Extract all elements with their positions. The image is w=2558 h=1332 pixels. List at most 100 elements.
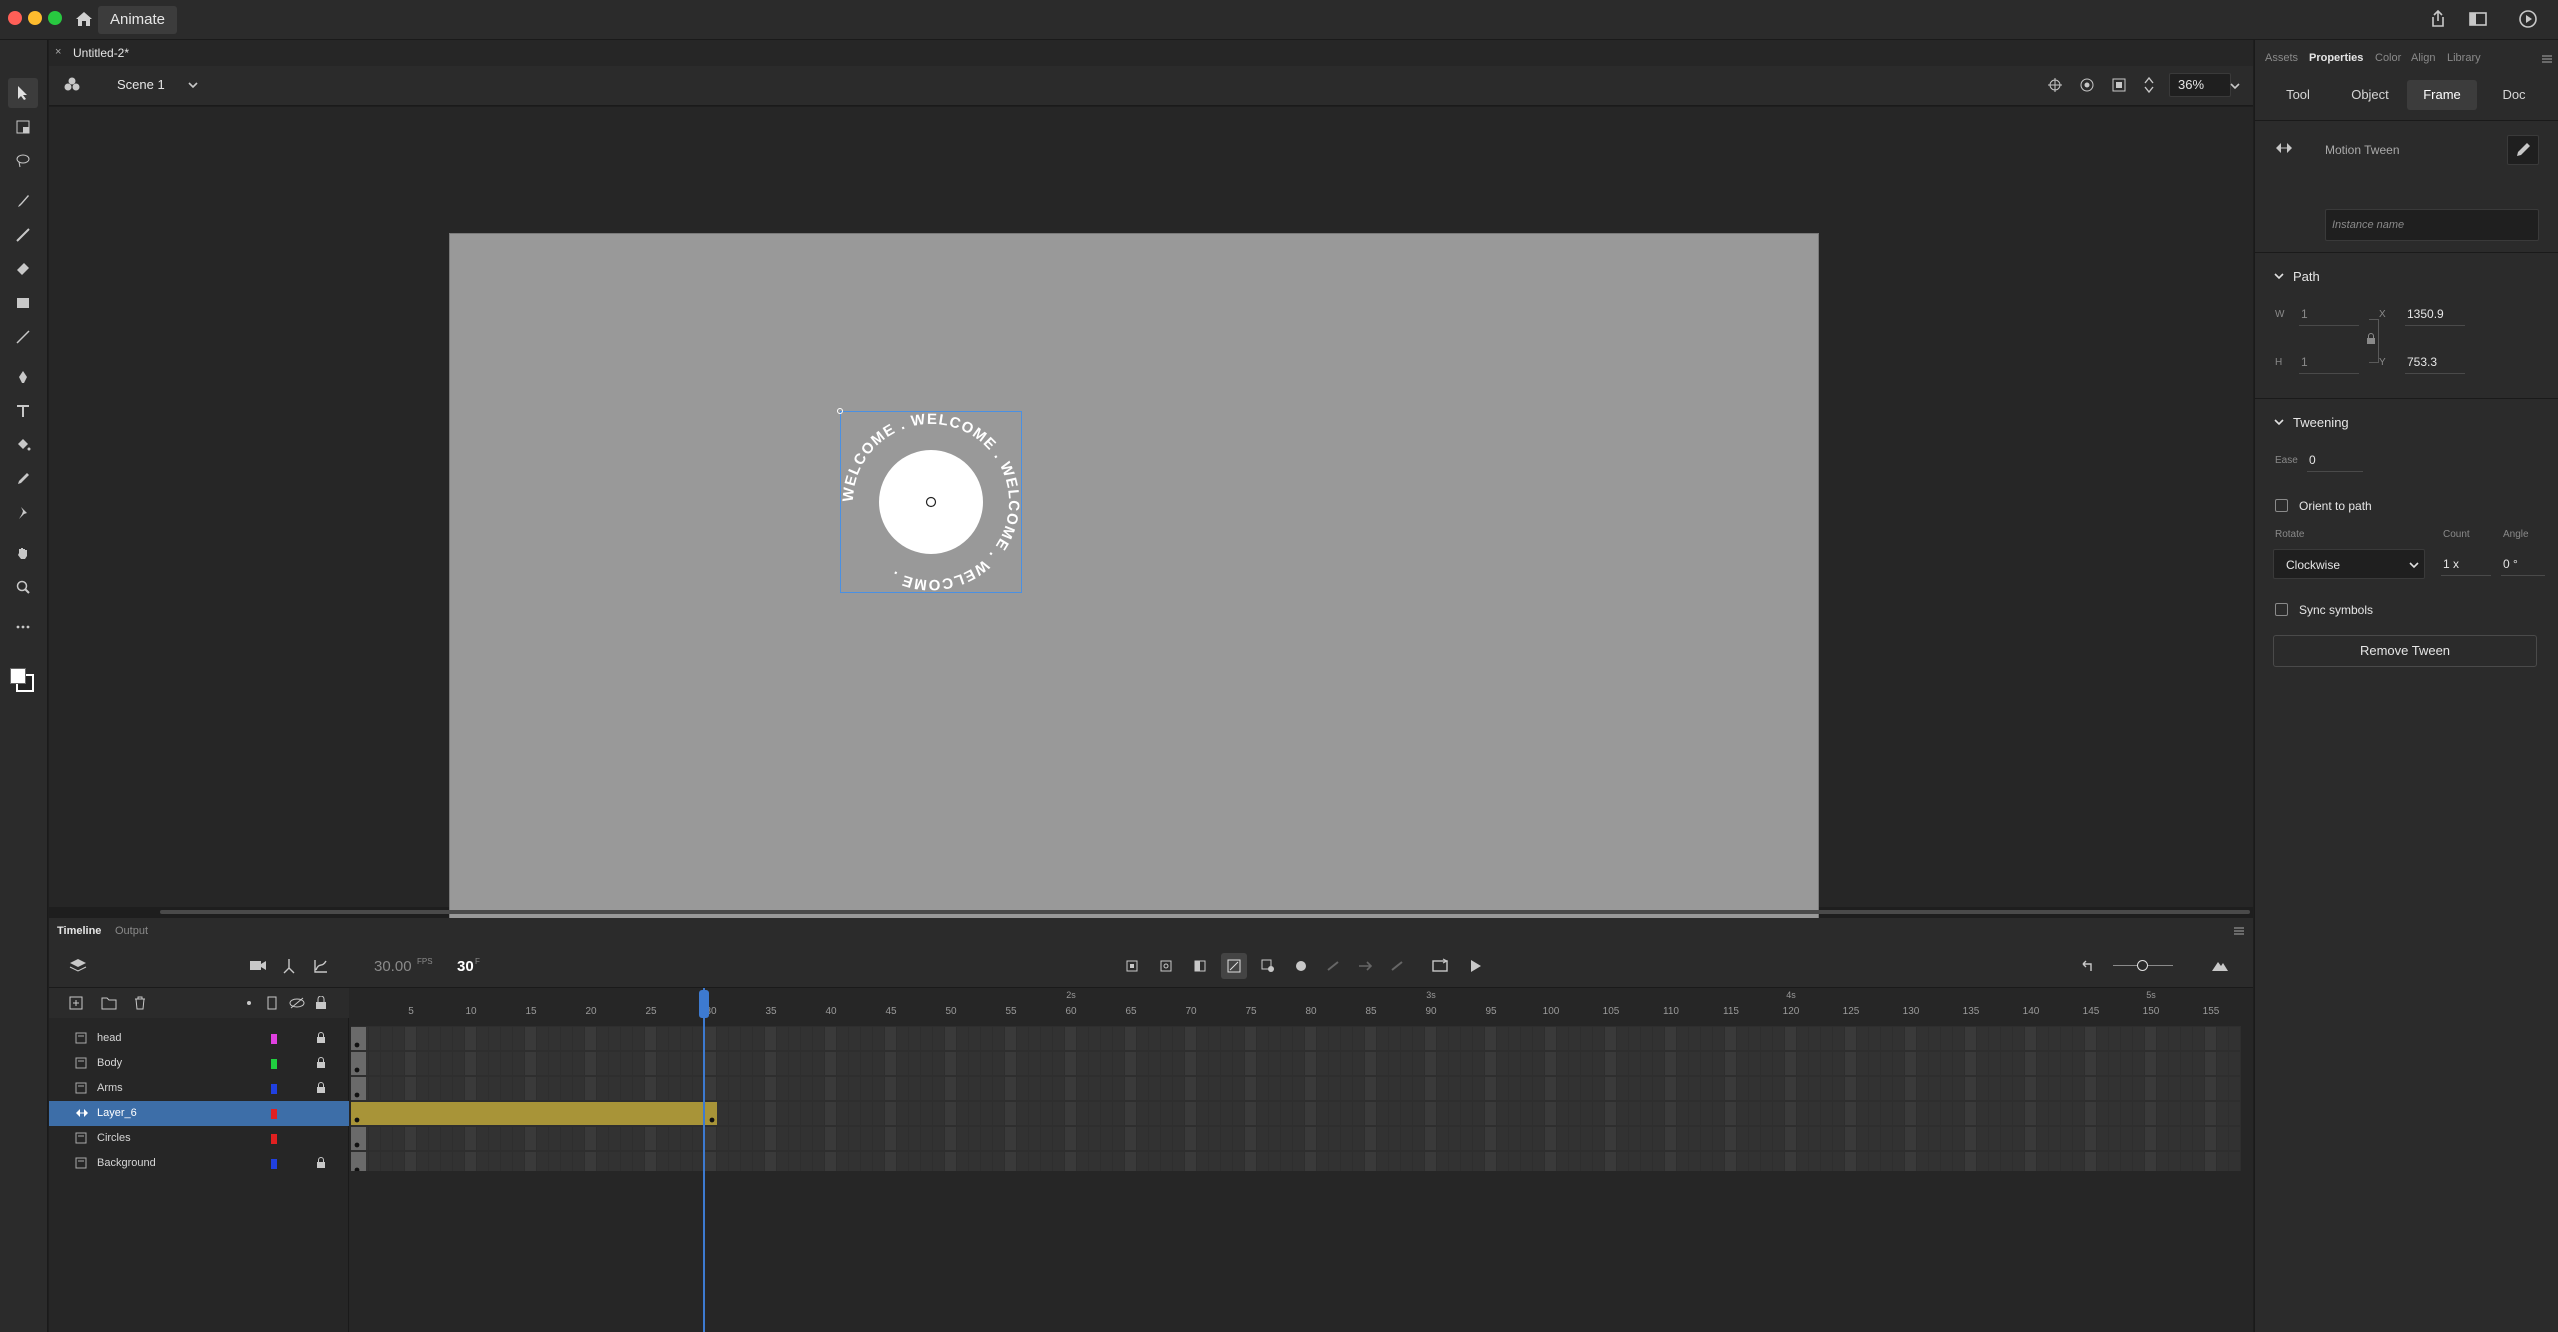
y-field[interactable]: 753.3 xyxy=(2407,355,2437,369)
remove-tween-icon[interactable] xyxy=(1389,959,1405,973)
lock-icon[interactable] xyxy=(316,1057,326,1069)
layer-name[interactable]: Circles xyxy=(97,1132,131,1144)
camera-icon[interactable] xyxy=(2079,77,2095,93)
edit-multiple-frames-icon[interactable] xyxy=(1261,959,1275,973)
subtab-doc[interactable]: Doc xyxy=(2479,80,2549,110)
close-tab-icon[interactable]: × xyxy=(55,46,61,58)
test-movie-icon[interactable] xyxy=(2518,9,2538,29)
tab-color[interactable]: Color xyxy=(2375,52,2401,64)
rectangle-tool-icon[interactable] xyxy=(8,288,38,318)
zoom-dropdown-icon[interactable] xyxy=(2229,80,2241,92)
layer-color[interactable] xyxy=(271,1159,277,1169)
instance-name-field[interactable]: Instance name xyxy=(2325,209,2539,241)
layer-color[interactable] xyxy=(271,1059,277,1069)
ease-field[interactable]: 0 xyxy=(2309,453,2316,467)
layer-name[interactable]: Body xyxy=(97,1057,122,1069)
layer-color[interactable] xyxy=(271,1034,277,1044)
lasso-tool-icon[interactable] xyxy=(8,146,38,176)
layer-row-background[interactable]: Background xyxy=(49,1151,349,1176)
shape-tween-icon[interactable] xyxy=(1357,959,1373,973)
angle-field[interactable]: 0 ° xyxy=(2503,557,2518,571)
panel-menu-icon[interactable] xyxy=(2233,926,2245,936)
w-field[interactable]: 1 xyxy=(2301,307,2308,321)
tab-assets[interactable]: Assets xyxy=(2265,52,2298,64)
insert-keyframe-icon[interactable] xyxy=(1125,959,1139,973)
layer-name[interactable]: Layer_6 xyxy=(97,1107,137,1119)
center-stage-icon[interactable] xyxy=(2047,77,2063,93)
new-folder-icon[interactable] xyxy=(101,996,117,1010)
current-frame[interactable]: 30 xyxy=(457,958,474,975)
layer-color[interactable] xyxy=(271,1134,277,1144)
text-tool-icon[interactable] xyxy=(8,396,38,426)
panel-menu-icon[interactable] xyxy=(2541,54,2553,64)
lock-icon[interactable] xyxy=(316,1032,326,1044)
share-icon[interactable] xyxy=(2428,9,2448,29)
sync-symbols-checkbox[interactable] xyxy=(2275,603,2288,616)
graph-icon[interactable] xyxy=(313,958,329,974)
tab-output[interactable]: Output xyxy=(115,925,148,937)
layer-color[interactable] xyxy=(271,1084,277,1094)
layer-row-arms[interactable]: Arms xyxy=(49,1076,349,1101)
stage[interactable]: WELCOME . WELCOME . WELCOME . WELCOME . xyxy=(449,233,1819,1003)
chevron-down-icon[interactable] xyxy=(187,79,199,91)
tab-properties[interactable]: Properties xyxy=(2309,52,2363,64)
scene-icon[interactable] xyxy=(63,76,81,94)
insert-frame-icon[interactable] xyxy=(1193,959,1207,973)
blank-keyframe-icon[interactable] xyxy=(1159,959,1173,973)
eraser-tool-icon[interactable] xyxy=(8,254,38,284)
layer-name[interactable]: head xyxy=(97,1032,121,1044)
subtab-frame[interactable]: Frame xyxy=(2407,80,2477,110)
pen-tool-icon[interactable] xyxy=(8,362,38,392)
tab-timeline[interactable]: Timeline xyxy=(57,925,101,937)
pasteboard[interactable]: WELCOME . WELCOME . WELCOME . WELCOME . xyxy=(49,107,2291,1003)
stepper-icon[interactable] xyxy=(2143,75,2155,95)
tab-library[interactable]: Library xyxy=(2447,52,2481,64)
line-tool-icon[interactable] xyxy=(8,322,38,352)
hand-tool-icon[interactable] xyxy=(8,538,38,568)
lock-icon[interactable] xyxy=(316,1082,326,1094)
eyedropper-tool-icon[interactable] xyxy=(8,464,38,494)
layer-depth-icon[interactable] xyxy=(281,958,297,974)
orient-to-path-checkbox[interactable] xyxy=(2275,499,2288,512)
chevron-down-icon[interactable] xyxy=(2273,417,2285,427)
lock-all-icon[interactable] xyxy=(315,996,327,1010)
free-transform-tool-icon[interactable] xyxy=(8,112,38,142)
outline-icon[interactable] xyxy=(267,996,277,1010)
undo-icon[interactable] xyxy=(2079,958,2095,974)
close-window-button[interactable] xyxy=(8,11,22,25)
subtab-tool[interactable]: Tool xyxy=(2263,80,2333,110)
selection-tool-icon[interactable] xyxy=(8,78,38,108)
frame-ruler[interactable]: 5 10 15 20 25 30 35 40 45 50 55 60 65 70 75 80 85 90 95 100… xyxy=(351,988,2253,1018)
layer-row-circles[interactable]: Circles xyxy=(49,1126,349,1151)
layer-row-head[interactable]: head xyxy=(49,1026,349,1051)
count-field[interactable]: 1 x xyxy=(2443,557,2459,571)
paint-bucket-tool-icon[interactable] xyxy=(8,430,38,460)
onion-skin-icon[interactable] xyxy=(1221,953,1247,979)
delete-icon[interactable] xyxy=(133,996,147,1010)
document-tab[interactable]: Untitled-2* xyxy=(63,42,139,64)
panel-splitter[interactable] xyxy=(160,910,2250,914)
x-field[interactable]: 1350.9 xyxy=(2407,307,2444,321)
playhead[interactable] xyxy=(703,988,705,1332)
chevron-down-icon[interactable] xyxy=(2273,271,2285,281)
h-field[interactable]: 1 xyxy=(2301,355,2308,369)
zoom-tool-icon[interactable] xyxy=(8,572,38,602)
remove-tween-button[interactable]: Remove Tween xyxy=(2273,635,2537,667)
pin-tool-icon[interactable] xyxy=(8,498,38,528)
paint-brush-tool-icon[interactable] xyxy=(8,220,38,250)
subtab-object[interactable]: Object xyxy=(2335,80,2405,110)
playhead-handle[interactable] xyxy=(699,990,709,1018)
mountain-icon[interactable] xyxy=(2211,958,2229,972)
camera-tool-icon[interactable] xyxy=(249,958,267,972)
home-icon[interactable] xyxy=(74,9,94,29)
layers-icon[interactable] xyxy=(69,958,87,974)
rotate-dropdown[interactable]: Clockwise xyxy=(2273,549,2425,579)
selected-symbol[interactable]: WELCOME . WELCOME . WELCOME . WELCOME . xyxy=(840,411,1022,593)
classic-tween-icon[interactable] xyxy=(1325,959,1341,973)
layer-row-layer-6[interactable]: Layer_6 xyxy=(49,1101,349,1126)
layer-row-body[interactable]: Body xyxy=(49,1051,349,1076)
lock-icon[interactable] xyxy=(316,1157,326,1169)
zoom-field[interactable]: 36% xyxy=(2169,73,2231,97)
layer-color[interactable] xyxy=(271,1109,277,1119)
play-icon[interactable] xyxy=(1467,958,1483,974)
